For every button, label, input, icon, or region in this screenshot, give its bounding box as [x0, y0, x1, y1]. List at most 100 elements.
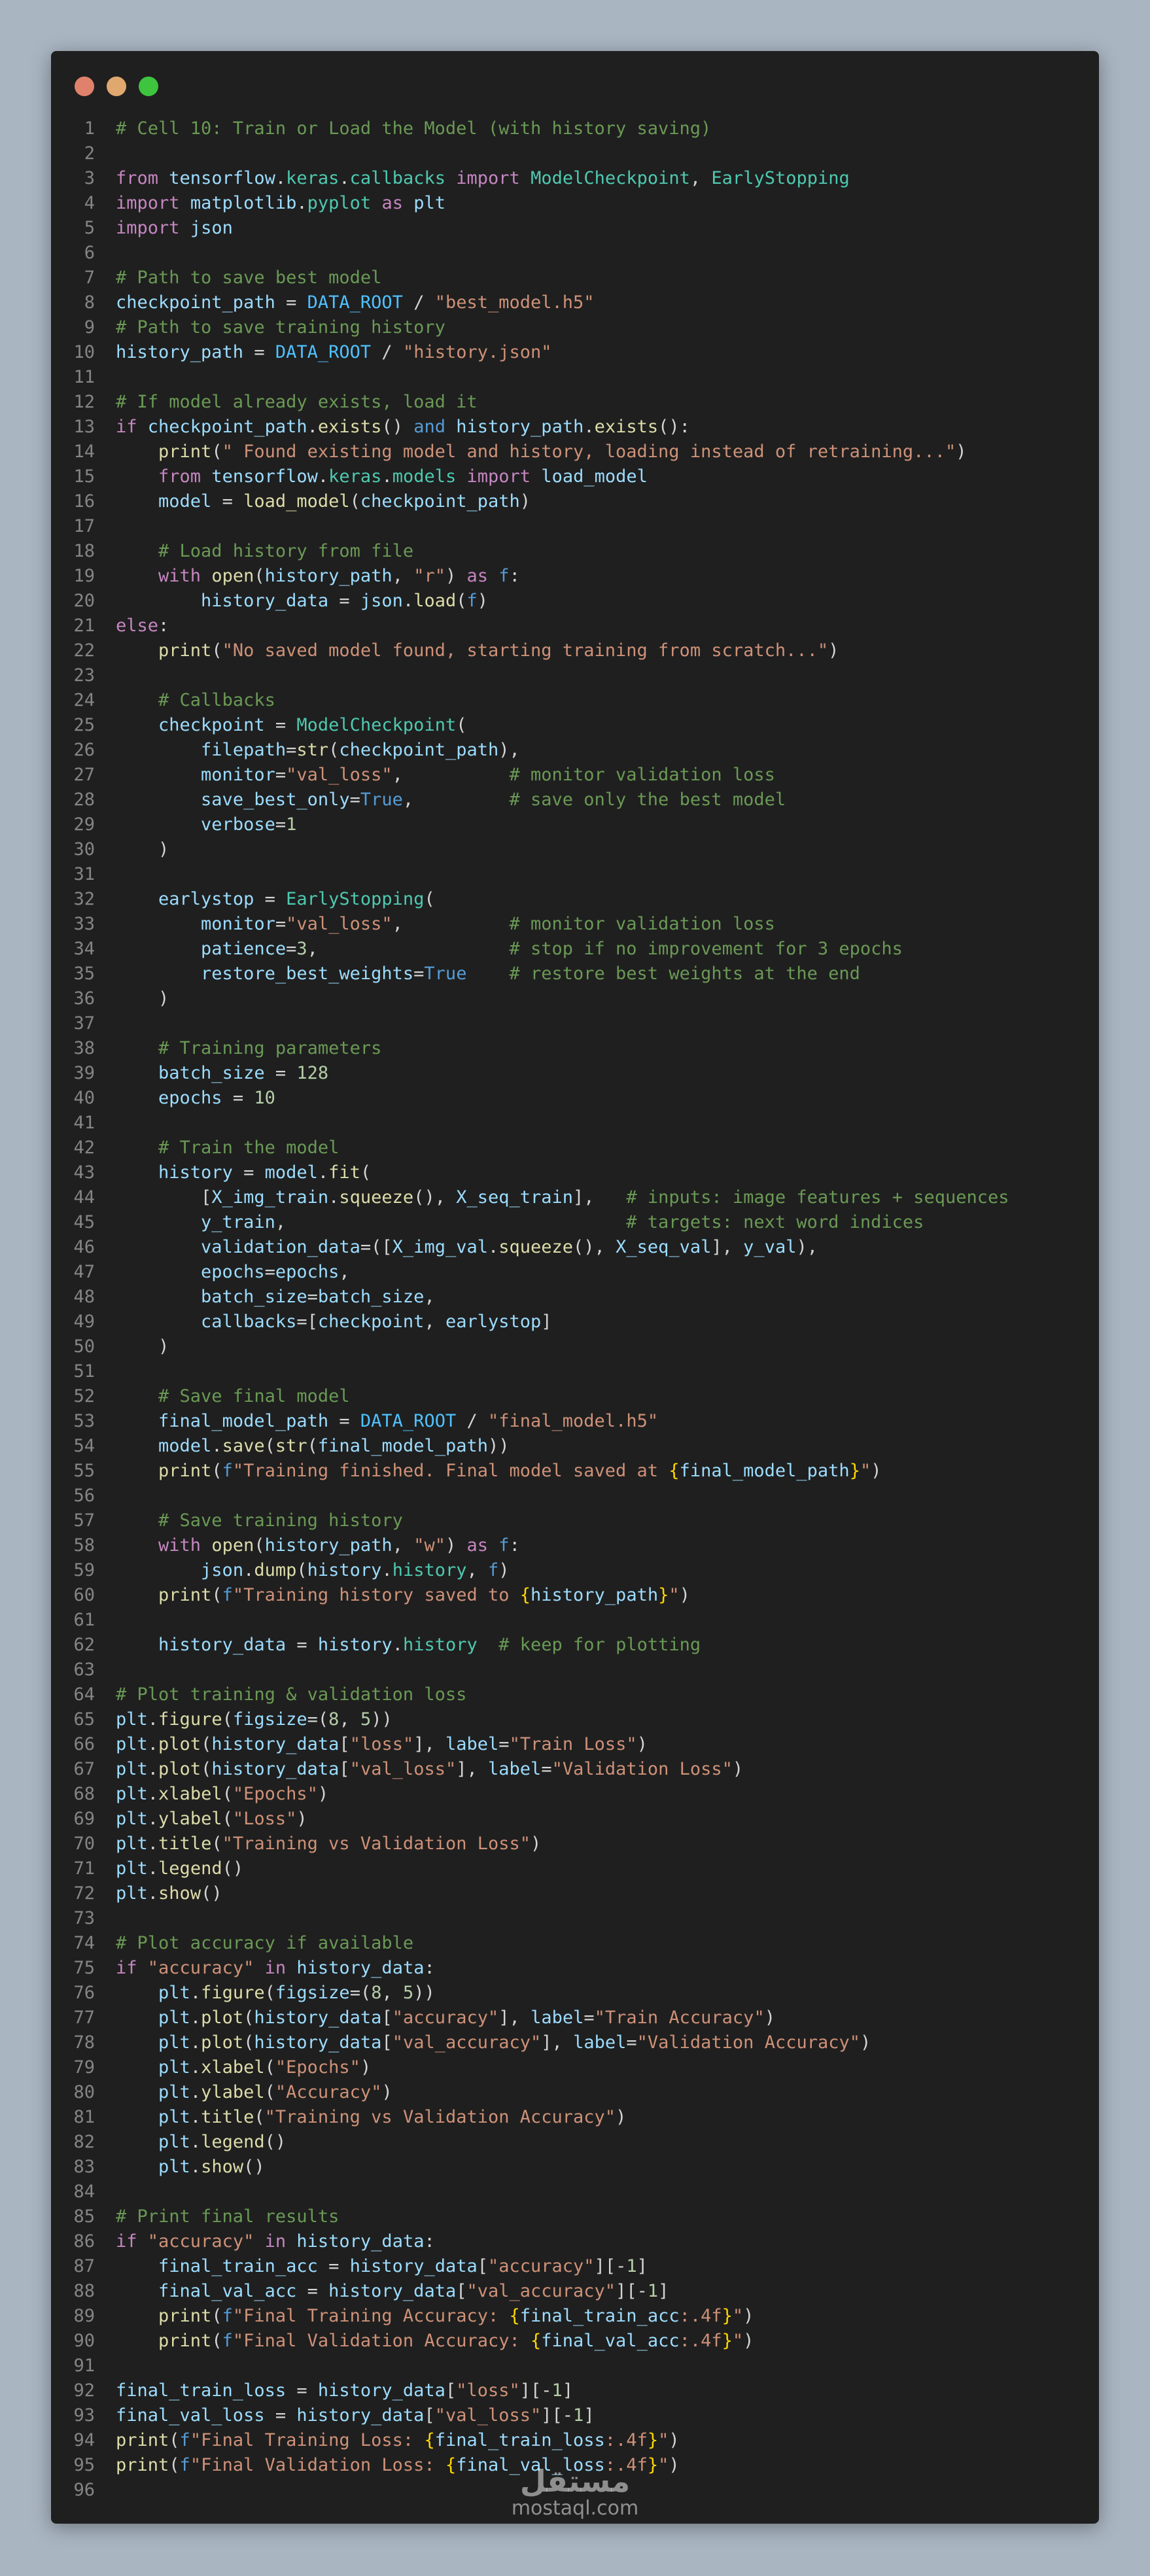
minimize-window-icon[interactable] [107, 77, 126, 96]
code-line: 66 plt.plot(history_data["loss"], label="… [51, 1732, 1099, 1757]
line-code: restore_best_weights=True # restore best… [201, 964, 860, 984]
line-code: print(f"Training finished. Final model s… [158, 1461, 882, 1481]
code-line: 12 # If model already exists, load it [51, 390, 1099, 415]
code-line: 34 patience=3, # stop if no improvement … [51, 937, 1099, 962]
line-code: ) [116, 1336, 169, 1357]
line-code: plt.ylabel("Loss") [116, 1809, 307, 1829]
line-code: batch_size=batch_size, [201, 1287, 435, 1307]
line-code: print(f"Final Training Loss: {final_trai… [116, 2430, 680, 2450]
line-code: monitor="val_loss", # monitor validation… [201, 914, 775, 934]
line-number: 18 [73, 541, 95, 561]
code-line: 80 plt.ylabel("Accuracy") [51, 2080, 1099, 2105]
line-code: # Plot accuracy if available [116, 1933, 414, 1953]
code-line: 21 else: [51, 614, 1099, 638]
line-number: 65 [73, 1709, 95, 1730]
code-line: 26 filepath=str(checkpoint_path), [51, 738, 1099, 763]
code-line: 77 plt.plot(history_data["accuracy"], la… [51, 2006, 1099, 2030]
line-number: 10 [73, 342, 95, 362]
code-line: 38 # Training parameters [51, 1036, 1099, 1061]
line-number: 30 [73, 839, 95, 860]
line-code: from tensorflow.keras.models import load… [158, 466, 648, 487]
line-number: 6 [84, 243, 95, 263]
line-number: 14 [73, 442, 95, 462]
line-number: 91 [73, 2356, 95, 2376]
line-number: 83 [73, 2157, 95, 2177]
code-line: 23 [51, 663, 1099, 688]
line-number: 48 [73, 1287, 95, 1307]
code-line: 64 # Plot training & validation loss [51, 1682, 1099, 1707]
line-code: print(f"Training history saved to {histo… [158, 1585, 690, 1605]
code-line: 49 callbacks=[checkpoint, earlystop] [51, 1310, 1099, 1334]
line-number: 33 [73, 914, 95, 934]
code-line: 62 history_data = history.history # keep… [51, 1633, 1099, 1658]
code-line: 47 epochs=epochs, [51, 1260, 1099, 1285]
line-number: 74 [73, 1933, 95, 1953]
line-number: 82 [73, 2132, 95, 2152]
code-line: 70 plt.title("Training vs Validation Loss… [51, 1832, 1099, 1856]
line-code: verbose=1 [201, 814, 297, 835]
line-number: 49 [73, 1312, 95, 1332]
line-number: 47 [73, 1262, 95, 1282]
line-number: 36 [73, 988, 95, 1009]
code-line: 56 [51, 1484, 1099, 1508]
line-code: plt.figure(figsize=(8, 5)) [116, 1709, 392, 1730]
line-number: 59 [73, 1560, 95, 1580]
line-code: ) [116, 988, 169, 1009]
line-code: batch_size = 128 [158, 1063, 329, 1083]
line-code: model.save(str(final_model_path)) [158, 1436, 510, 1456]
line-code: # Print final results [116, 2206, 340, 2227]
code-line: 29 verbose=1 [51, 812, 1099, 837]
code-line: 4 import matplotlib.pyplot as plt [51, 191, 1099, 216]
line-code: plt.legend() [158, 2132, 287, 2152]
line-code: print(" Found existing model and history… [158, 442, 967, 462]
line-number: 41 [73, 1113, 95, 1133]
line-code: patience=3, # stop if no improvement for… [201, 939, 903, 959]
line-code: history = model.fit( [158, 1162, 372, 1183]
line-code: # Path to save training history [116, 317, 445, 338]
line-code: # Callbacks [158, 690, 275, 710]
line-code: save_best_only=True, # save only the bes… [201, 790, 786, 810]
code-line: 90 print(f"Final Validation Accuracy: {f… [51, 2329, 1099, 2354]
code-line: 84 [51, 2180, 1099, 2204]
line-number: 77 [73, 2008, 95, 2028]
close-window-icon[interactable] [75, 77, 94, 96]
line-number: 58 [73, 1535, 95, 1556]
code-line: 8 checkpoint_path = DATA_ROOT / "best_mod… [51, 290, 1099, 315]
code-line: 71 plt.legend() [51, 1856, 1099, 1881]
line-number: 80 [73, 2082, 95, 2102]
line-code: final_val_loss = history_data["val_loss"… [116, 2405, 595, 2426]
code-line: 87 final_train_acc = history_data["accur… [51, 2254, 1099, 2279]
code-line: 19 with open(history_path, "r") as f: [51, 564, 1099, 589]
code-line: 74 # Plot accuracy if available [51, 1931, 1099, 1956]
line-number: 35 [73, 964, 95, 984]
line-code: # Save final model [158, 1386, 350, 1406]
line-code: y_train, # targets: next word indices [201, 1212, 924, 1232]
line-code: plt.figure(figsize=(8, 5)) [158, 1983, 435, 2003]
code-line: 18 # Load history from file [51, 539, 1099, 564]
code-line: 57 # Save training history [51, 1508, 1099, 1533]
maximize-window-icon[interactable] [139, 77, 158, 96]
code-line: 88 final_val_acc = history_data["val_acc… [51, 2279, 1099, 2304]
line-number: 78 [73, 2032, 95, 2053]
line-code: [X_img_train.squeeze(), X_seq_train], # … [116, 1187, 1009, 1208]
code-line: 76 plt.figure(figsize=(8, 5)) [51, 1981, 1099, 2006]
code-line: 1 # Cell 10: Train or Load the Model (wit… [51, 116, 1099, 141]
line-number: 45 [73, 1212, 95, 1232]
code-line: 11 [51, 365, 1099, 390]
code-line: 46 validation_data=([X_img_val.squeeze()… [51, 1235, 1099, 1260]
code-line: 89 print(f"Final Training Accuracy: {fin… [51, 2304, 1099, 2329]
line-number: 2 [84, 143, 95, 164]
code-line: 82 plt.legend() [51, 2130, 1099, 2155]
line-number: 51 [73, 1361, 95, 1382]
line-number: 44 [73, 1187, 95, 1208]
line-code: if "accuracy" in history_data: [116, 2231, 435, 2252]
code-line: 30 ) [51, 837, 1099, 862]
code-block: 1 # Cell 10: Train or Load the Model (wit… [51, 116, 1099, 2503]
line-code: filepath=str(checkpoint_path), [201, 740, 520, 760]
line-number: 25 [73, 715, 95, 735]
